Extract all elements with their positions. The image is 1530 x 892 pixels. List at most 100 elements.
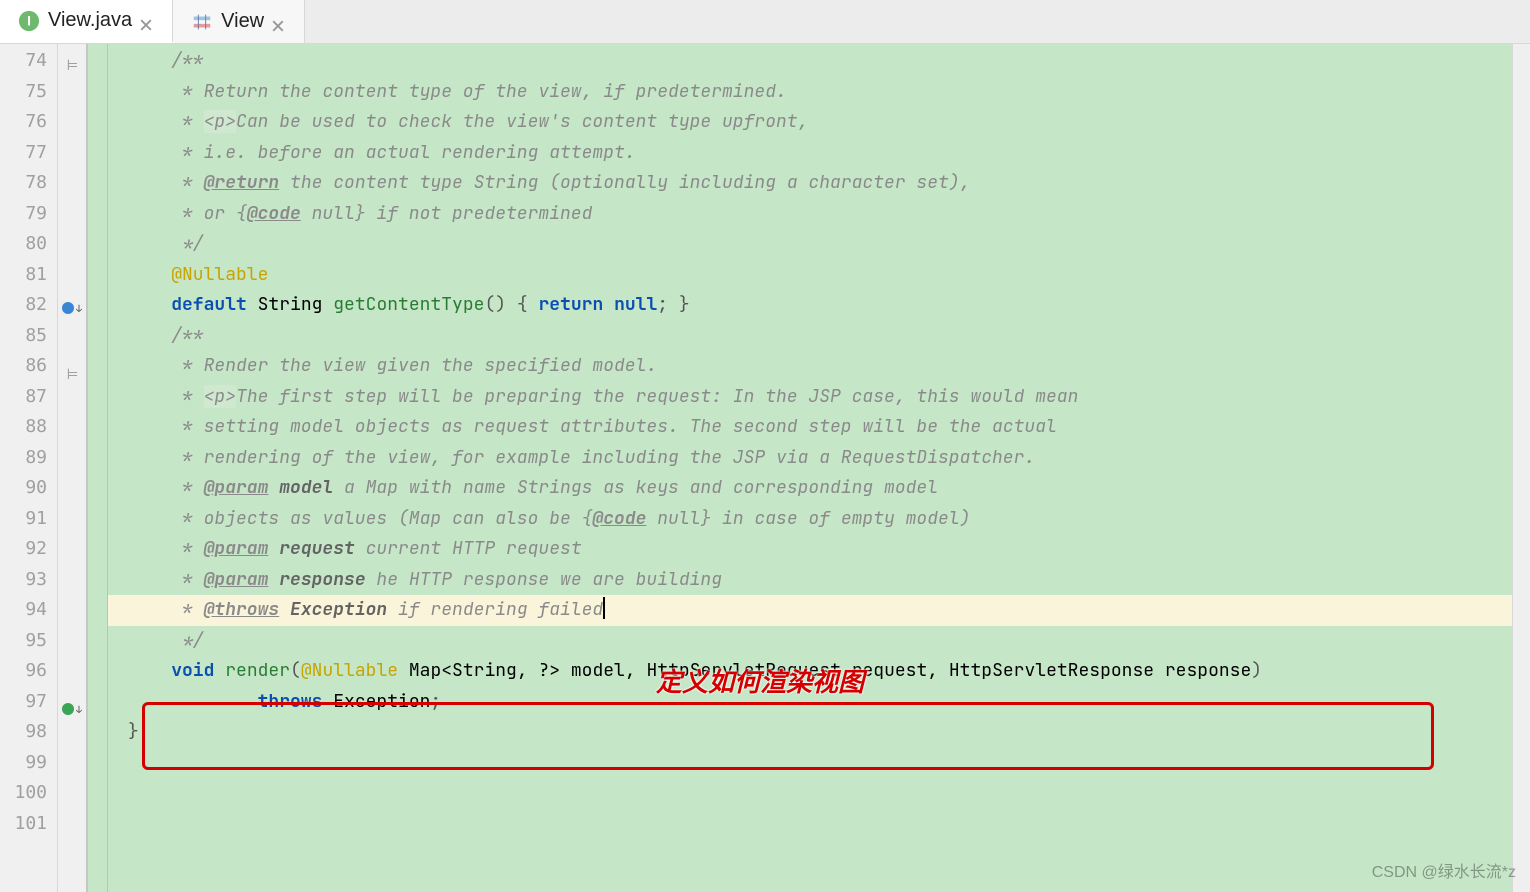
line-number: 97 [0, 687, 47, 718]
space [398, 659, 409, 682]
fold-mark-icon[interactable]: |= [65, 359, 79, 390]
arg: model, [560, 659, 646, 682]
comment: setting model objects as request attribu… [204, 415, 1057, 438]
comment: * [171, 141, 203, 164]
svg-text:I: I [27, 13, 31, 28]
line-number: 88 [0, 412, 47, 443]
comment: current HTTP request [355, 537, 582, 560]
comment: Can be used to check the view's content … [236, 110, 808, 133]
comment: Render the view given the specified mode… [204, 354, 658, 377]
html-tag: <p> [204, 385, 236, 408]
comment: objects as values (Map can also be { [204, 507, 593, 530]
comment: * [171, 385, 203, 408]
line-number: 96 [0, 656, 47, 687]
brace: } [128, 720, 139, 743]
java-class-icon [191, 11, 213, 33]
gutter-marks: |= ↓ |= ↓ [58, 44, 88, 892]
type: Exception [322, 690, 430, 713]
line-number: 95 [0, 626, 47, 657]
line-number: 80 [0, 229, 47, 260]
javadoc-tag: @param [204, 568, 269, 591]
comment: if rendering failed [387, 598, 603, 621]
arg: response [1154, 659, 1251, 682]
comment: /** [171, 49, 203, 72]
editor-tabs: I View.java View [0, 0, 1530, 44]
line-number: 78 [0, 168, 47, 199]
warning-gutter-icon[interactable]: ↓ [58, 695, 86, 726]
javadoc-tag: @throws [204, 598, 280, 621]
line-number: 76 [0, 107, 47, 138]
comment: * [171, 446, 203, 469]
tab-label: View.java [48, 9, 132, 32]
comment: */ [171, 629, 203, 652]
fold-mark-icon[interactable]: |= [65, 50, 79, 81]
line-number: 87 [0, 382, 47, 413]
comment: rendering of the view, for example inclu… [204, 446, 1036, 469]
annotation: @Nullable [171, 263, 268, 286]
line-number: 92 [0, 534, 47, 565]
keyword: return [538, 293, 603, 316]
comment: * [171, 171, 203, 194]
tab-label: View [221, 10, 264, 33]
comment: null} in case of empty model) [646, 507, 970, 530]
fold-column [88, 44, 108, 892]
punct: ; [430, 690, 441, 713]
javadoc-tag: @param [204, 476, 269, 499]
punct: () [484, 293, 506, 316]
code-editor[interactable]: 74 75 76 77 78 79 80 81 82 85 86 87 88 8… [0, 44, 1530, 892]
tab-view-java[interactable]: I View.java [0, 0, 173, 43]
type: HttpServletRequest [646, 659, 840, 682]
keyword: void [171, 659, 214, 682]
line-number: 100 [0, 778, 47, 809]
javadoc-tag: @code [592, 507, 646, 530]
code-area[interactable]: /** * Return the content type of the vie… [108, 44, 1530, 892]
comment: i.e. before an actual rendering attempt. [204, 141, 636, 164]
punct: ( [290, 659, 301, 682]
line-number: 98 [0, 717, 47, 748]
line-number: 94 [0, 595, 47, 626]
punct: } [679, 293, 690, 316]
method-name: render [225, 659, 290, 682]
comment: /** [171, 324, 203, 347]
arg: request, [841, 659, 949, 682]
line-number: 81 [0, 260, 47, 291]
text-caret [603, 597, 605, 619]
line-number: 89 [0, 443, 47, 474]
comment: * [171, 507, 203, 530]
comment: * [171, 598, 203, 621]
punct: ) [1251, 659, 1262, 682]
comment: * [171, 202, 203, 225]
line-number: 93 [0, 565, 47, 596]
java-interface-icon: I [18, 10, 40, 32]
watermark: CSDN @绿水长流*z [1372, 858, 1516, 882]
punct: { [506, 293, 538, 316]
type: Map<String, ?> [409, 659, 560, 682]
javadoc-tag: @param [204, 537, 269, 560]
comment: or { [204, 202, 247, 225]
javadoc-param-name: request [268, 537, 354, 560]
line-number: 75 [0, 77, 47, 108]
comment: * [171, 415, 203, 438]
punct: ; [657, 293, 679, 316]
override-gutter-icon[interactable]: ↓ [58, 294, 86, 325]
comment: */ [171, 232, 203, 255]
javadoc-param-name: response [268, 568, 365, 591]
vertical-scrollbar[interactable] [1512, 44, 1530, 892]
close-icon[interactable] [140, 14, 154, 28]
comment: a Map with name Strings as keys and corr… [333, 476, 938, 499]
comment: * [171, 80, 203, 103]
close-icon[interactable] [272, 15, 286, 29]
line-number: 90 [0, 473, 47, 504]
comment: the content type String (optionally incl… [279, 171, 970, 194]
line-number: 101 [0, 809, 47, 840]
javadoc-exception-name: Exception [279, 598, 387, 621]
line-number: 74 [0, 46, 47, 77]
line-number: 99 [0, 748, 47, 779]
comment: Return the content type of the view, if … [204, 80, 787, 103]
comment: The first step will be preparing the req… [236, 385, 1078, 408]
keyword-null: null [603, 293, 657, 316]
comment: null} if not predetermined [301, 202, 593, 225]
annotation: @Nullable [301, 659, 398, 682]
tab-view[interactable]: View [173, 0, 305, 43]
comment: he HTTP response we are building [366, 568, 722, 591]
